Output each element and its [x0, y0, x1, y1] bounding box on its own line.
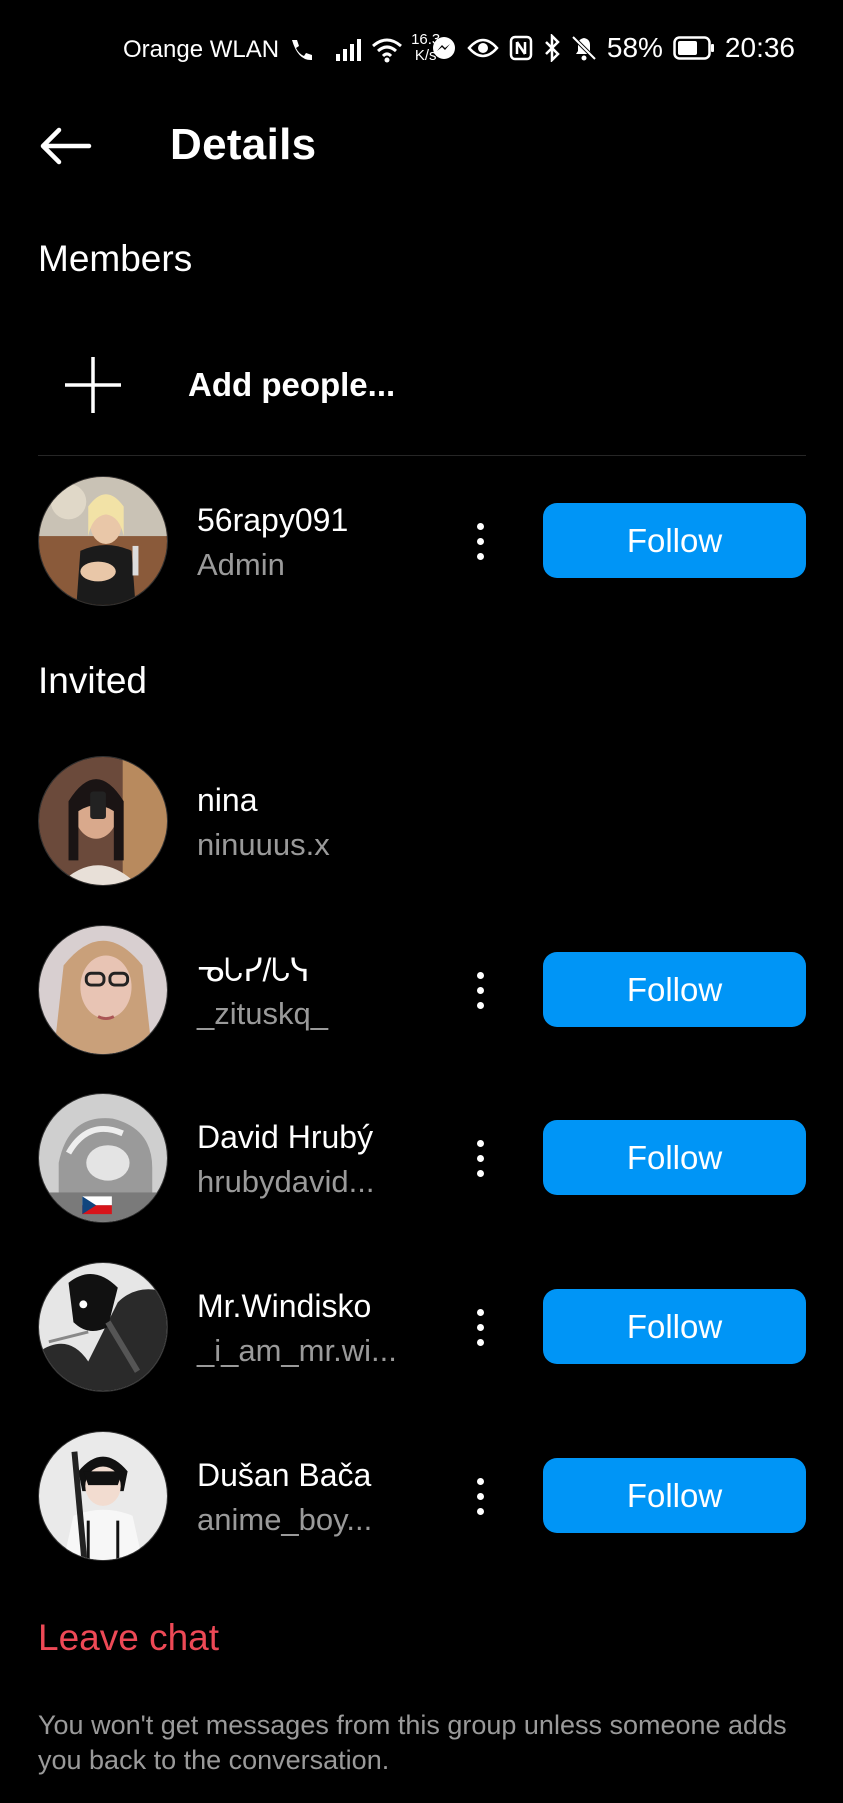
dot	[476, 1154, 484, 1162]
clock: 20:36	[724, 32, 795, 63]
eye-icon	[467, 37, 499, 59]
invited-row[interactable]: David Hrubý hrubydavid... Follow	[38, 1093, 806, 1223]
dot	[476, 522, 484, 530]
user-handle: hrubydavid...	[197, 1164, 375, 1199]
dot	[476, 1308, 484, 1316]
bell-off-icon	[571, 34, 597, 62]
arrow-left-icon	[40, 127, 92, 165]
status-right: 58% 20:36	[431, 32, 795, 64]
follow-button[interactable]: Follow	[543, 1120, 806, 1195]
user-handle: anime_boy...	[197, 1502, 373, 1537]
member-row[interactable]: 56rapy091 Admin Follow	[38, 476, 806, 606]
more-options-button[interactable]	[460, 1123, 500, 1193]
invited-section-title: Invited	[38, 660, 148, 701]
members-section-title: Members	[38, 238, 193, 279]
user-name: David Hrubý	[197, 1119, 374, 1155]
wifi-call-icon	[287, 37, 313, 63]
user-name: ᓀᘂᓯ/ᘂᓭ	[197, 952, 310, 988]
invited-row[interactable]: nina ninuuus.x	[38, 756, 806, 886]
divider	[38, 455, 806, 456]
plus-icon	[48, 340, 138, 430]
dot	[476, 986, 484, 994]
nfc-icon	[509, 35, 533, 61]
avatar[interactable]	[38, 925, 168, 1055]
carrier-label: Orange WLAN	[123, 36, 280, 63]
dot	[476, 1323, 484, 1331]
user-handle: _i_am_mr.wi...	[197, 1333, 397, 1368]
dot	[476, 1477, 484, 1485]
avatar[interactable]	[38, 1262, 168, 1392]
more-options-button[interactable]	[460, 1461, 500, 1531]
more-options-button[interactable]	[460, 506, 500, 576]
member-role: Admin	[197, 547, 285, 582]
member-name: 56rapy091	[197, 502, 349, 538]
back-button[interactable]	[30, 120, 100, 172]
leave-chat-note: You won't get messages from this group u…	[38, 1710, 787, 1775]
avatar[interactable]	[38, 756, 168, 886]
dot	[476, 1492, 484, 1500]
user-handle: ninuuus.x	[197, 827, 330, 862]
follow-button[interactable]: Follow	[543, 1289, 806, 1364]
dot	[476, 1507, 484, 1515]
dot	[476, 552, 484, 560]
invited-row[interactable]: Dušan Bača anime_boy... Follow	[38, 1431, 806, 1561]
avatar[interactable]	[38, 1431, 168, 1561]
bluetooth-icon	[543, 34, 561, 62]
messenger-icon	[431, 35, 457, 61]
status-left: Orange WLAN 16.3 K/s	[123, 32, 440, 64]
battery-percent: 58%	[606, 32, 663, 63]
dot	[476, 537, 484, 545]
user-name: Mr.Windisko	[197, 1288, 372, 1324]
page-title: Details	[170, 120, 317, 169]
dot	[476, 1169, 484, 1177]
user-handle: _zituskq_	[197, 996, 328, 1031]
follow-button[interactable]: Follow	[543, 952, 806, 1027]
follow-button[interactable]: Follow	[543, 503, 806, 578]
user-name: Dušan Bača	[197, 1457, 372, 1493]
more-options-button[interactable]	[460, 1292, 500, 1362]
battery-icon	[673, 36, 715, 60]
signal-icon	[335, 38, 363, 62]
wifi-icon	[371, 37, 403, 63]
avatar[interactable]	[38, 476, 168, 606]
dot	[476, 971, 484, 979]
dot	[476, 1001, 484, 1009]
invited-row[interactable]: ᓀᘂᓯ/ᘂᓭ _zituskq_ Follow	[38, 925, 806, 1055]
follow-button[interactable]: Follow	[543, 1458, 806, 1533]
add-people-button[interactable]: Add people...	[38, 340, 808, 430]
leave-chat-button[interactable]: Leave chat	[38, 1617, 219, 1659]
avatar[interactable]	[38, 1093, 168, 1223]
status-bar: Orange WLAN 16.3 K/s 58% 20:36	[0, 0, 843, 100]
more-options-button[interactable]	[460, 955, 500, 1025]
dot	[476, 1139, 484, 1147]
dot	[476, 1338, 484, 1346]
add-people-label: Add people...	[188, 366, 396, 403]
invited-row[interactable]: Mr.Windisko _i_am_mr.wi... Follow	[38, 1262, 806, 1392]
app-header: Details	[0, 110, 843, 182]
user-name: nina	[197, 782, 258, 818]
